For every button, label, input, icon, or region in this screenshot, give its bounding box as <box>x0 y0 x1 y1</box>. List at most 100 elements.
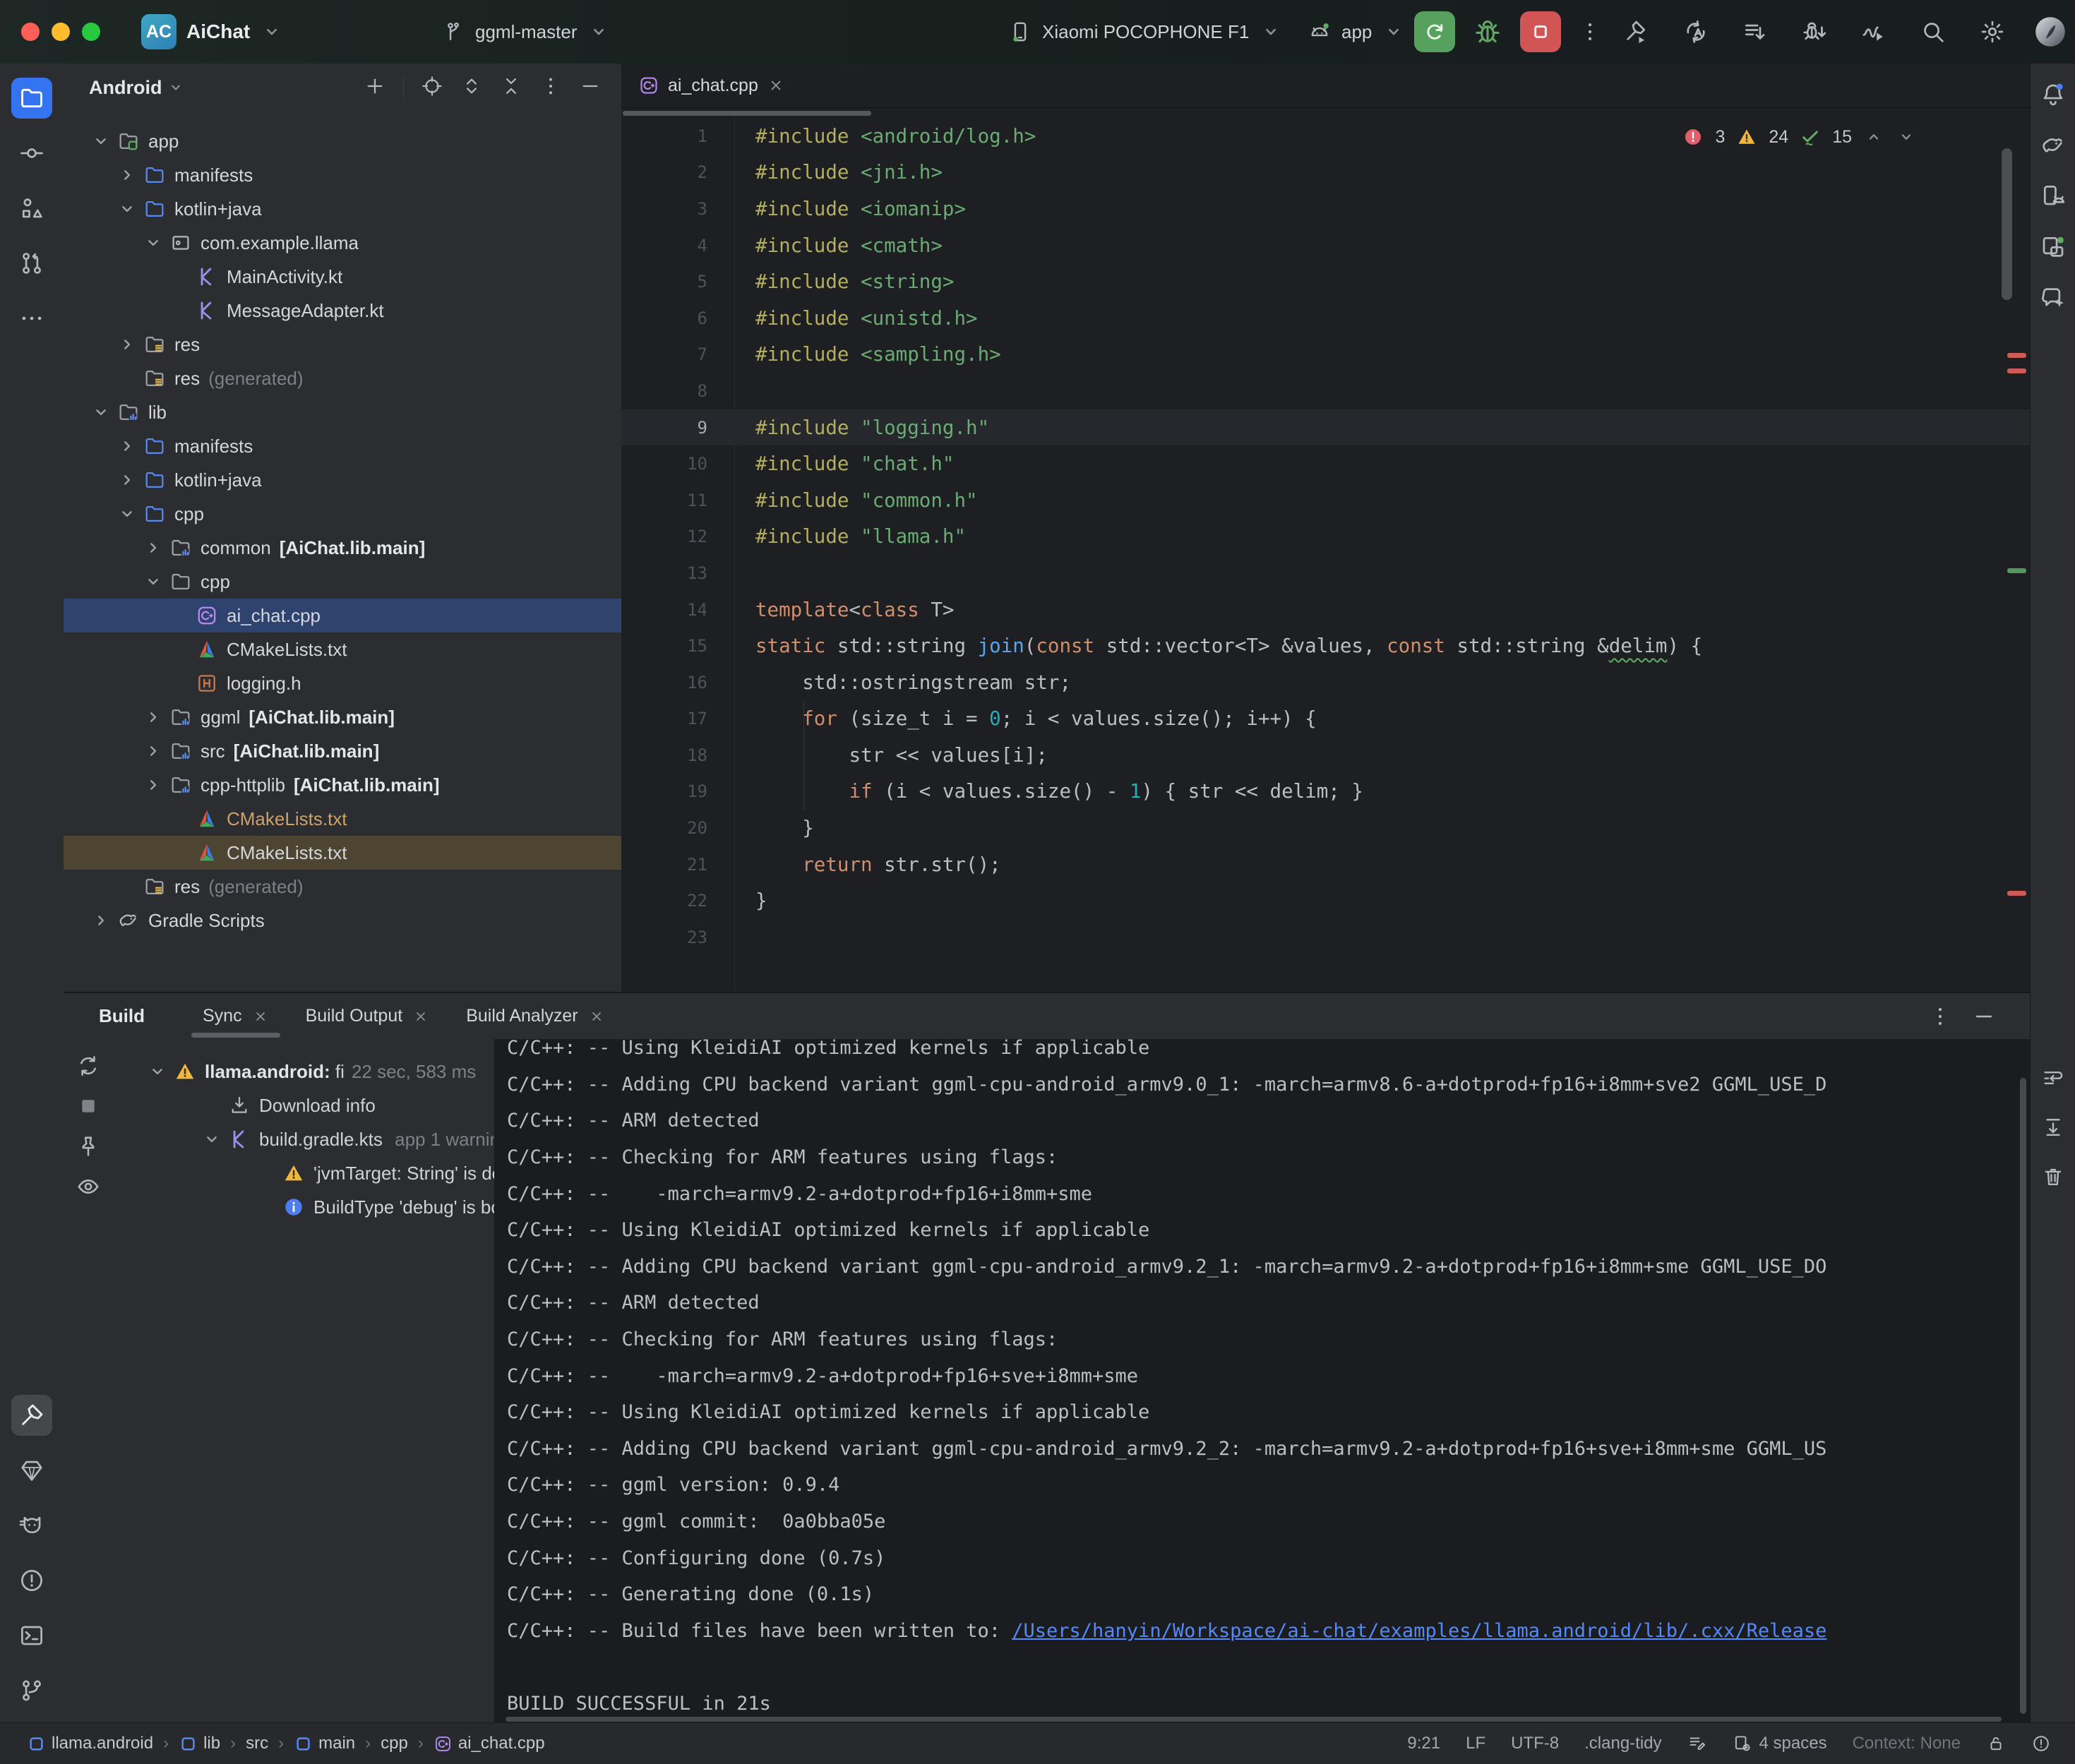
code-line-12[interactable]: 12#include "llama.h" <box>621 519 2030 556</box>
status-widget[interactable] <box>2031 1734 2051 1753</box>
tool-structure-button[interactable] <box>11 188 52 229</box>
chev-right-icon[interactable] <box>116 164 138 186</box>
close-tab-icon[interactable] <box>767 76 785 95</box>
code-line-7[interactable]: 7#include <sampling.h> <box>621 337 2030 373</box>
code-area[interactable]: 1#include <android/log.h>2#include <jni.… <box>621 118 2030 956</box>
rerun-button[interactable] <box>1414 11 1455 52</box>
tool-build-hammer-button[interactable] <box>11 1395 52 1436</box>
code-line-22[interactable]: 22} <box>621 882 2030 919</box>
zoom-window-button[interactable] <box>82 23 100 41</box>
code-line-23[interactable]: 23 <box>621 919 2030 956</box>
tool-terminal-button[interactable] <box>11 1615 52 1656</box>
tool-problems-button[interactable] <box>11 1560 52 1601</box>
tree-item-gradle-scripts[interactable]: Gradle Scripts <box>64 904 621 937</box>
tree-item-cpp-httplib[interactable]: cpp-httplib[AiChat.lib.main] <box>64 768 621 802</box>
vcs-stripe-mark[interactable] <box>2007 568 2026 573</box>
tree-item-common[interactable]: common[AiChat.lib.main] <box>64 531 621 565</box>
profiler-button[interactable] <box>1860 18 1888 46</box>
build-run-button[interactable] <box>1622 18 1651 46</box>
tree-item-kotlin-java[interactable]: kotlin+java <box>64 192 621 226</box>
project-widget[interactable]: AC AiChat <box>141 0 284 64</box>
code-line-15[interactable]: 15static std::string join(const std::vec… <box>621 628 2030 664</box>
preview-button[interactable] <box>76 1174 101 1203</box>
code-line-13[interactable]: 13 <box>621 555 2030 592</box>
chev-down-icon[interactable] <box>143 232 164 253</box>
next-problem-icon[interactable] <box>1896 126 1917 148</box>
status-widget-utf-8[interactable]: UTF-8 <box>1511 1734 1559 1753</box>
close-x-icon[interactable] <box>252 1008 269 1025</box>
status-widget-context-none[interactable]: Context: None <box>1853 1734 1961 1753</box>
console-link[interactable]: /Users/hanyin/Workspace/ai-chat/examples… <box>1012 1620 1826 1642</box>
close-x-icon[interactable] <box>588 1008 605 1025</box>
status-widget[interactable] <box>1986 1734 2006 1753</box>
tree-item-cmakelists-txt[interactable]: CMakeLists.txt <box>64 836 621 870</box>
apply-changes-button[interactable] <box>1682 18 1710 46</box>
tool-logcat-button[interactable] <box>11 1505 52 1546</box>
chev-right-icon[interactable] <box>143 707 164 728</box>
previous-problem-icon[interactable] <box>1863 126 1884 148</box>
build-tab-build-analyzer[interactable]: Build Analyzer <box>448 993 623 1039</box>
code-line-8[interactable]: 8 <box>621 373 2030 409</box>
code-line-6[interactable]: 6#include <unistd.h> <box>621 300 2030 337</box>
build-options-icon[interactable] <box>1928 1004 1952 1028</box>
chev-right-icon[interactable] <box>143 774 164 796</box>
pin-button[interactable] <box>76 1134 101 1163</box>
chev-down-icon[interactable] <box>90 402 112 423</box>
code-line-11[interactable]: 11#include "common.h" <box>621 482 2030 519</box>
status-widget--clang-tidy[interactable]: .clang-tidy <box>1584 1734 1661 1753</box>
breadcrumb-item[interactable]: ai_chat.cpp <box>433 1734 545 1753</box>
tool-pull-requests-button[interactable] <box>11 243 52 284</box>
tree-item-res[interactable]: res <box>64 328 621 361</box>
editor-tab-ai-chat-cpp[interactable]: ai_chat.cpp <box>621 64 802 107</box>
code-line-2[interactable]: 2#include <jni.h> <box>621 155 2030 191</box>
tree-item-manifests[interactable]: manifests <box>64 158 621 192</box>
chev-right-icon[interactable] <box>116 436 138 457</box>
close-x-icon[interactable] <box>412 1008 429 1025</box>
status-widget[interactable] <box>1687 1734 1707 1753</box>
sync-button[interactable] <box>76 1053 101 1082</box>
error-stripe-mark[interactable] <box>2007 368 2026 373</box>
chev-right-icon[interactable] <box>116 334 138 355</box>
tool-project-folder-button[interactable] <box>11 78 52 119</box>
hide-panel-icon[interactable] <box>1972 1004 1996 1028</box>
add-button[interactable] <box>364 75 386 101</box>
build-console[interactable]: C/C++: -- Using KleidiAI optimized kerne… <box>494 1039 2030 1724</box>
chev-down-icon[interactable] <box>201 1129 222 1150</box>
inspections-widget[interactable]: 3 24 15 <box>1682 120 1917 154</box>
build-tab-sync[interactable]: Sync <box>184 993 287 1039</box>
options-button[interactable] <box>539 75 562 101</box>
code-line-9[interactable]: 9#include "logging.h" <box>621 409 2030 446</box>
tool-commit-button[interactable] <box>11 133 52 174</box>
editor-scrollbar[interactable] <box>2002 148 2012 300</box>
code-line-20[interactable]: 20 } <box>621 810 2030 846</box>
code-line-4[interactable]: 4#include <cmath> <box>621 227 2030 264</box>
settings-button[interactable] <box>1978 18 2007 46</box>
code-line-18[interactable]: 18 str << values[i]; <box>621 737 2030 774</box>
status-widget-lf[interactable]: LF <box>1466 1734 1485 1753</box>
soft-wrap-button[interactable] <box>2033 1058 2073 1098</box>
collapse-all-button[interactable] <box>500 75 522 101</box>
tree-item-ggml[interactable]: ggml[AiChat.lib.main] <box>64 700 621 734</box>
tab-scroll-thumb[interactable] <box>623 111 871 116</box>
scroll-to-end-button[interactable] <box>2033 1108 2073 1147</box>
chev-down-icon[interactable] <box>116 503 138 524</box>
build-tree-item[interactable]: 'jvmTarget: String' is deprec <box>64 1156 494 1190</box>
tree-item-res[interactable]: res(generated) <box>64 361 621 395</box>
code-line-14[interactable]: 14template<class T> <box>621 592 2030 628</box>
tree-item-cpp[interactable]: cpp <box>64 565 621 599</box>
expand-all-button[interactable] <box>460 75 483 101</box>
code-line-5[interactable]: 5#include <string> <box>621 263 2030 300</box>
tool-resource-manager-button[interactable] <box>11 1450 52 1491</box>
tree-item-app[interactable]: app <box>64 124 621 158</box>
code-line-10[interactable]: 10#include "chat.h" <box>621 445 2030 482</box>
hide-button[interactable] <box>579 75 602 101</box>
clear-all-button[interactable] <box>2033 1157 2073 1196</box>
tool-running-devices-button[interactable] <box>2033 227 2073 267</box>
tool-device-manager-button[interactable] <box>2033 176 2073 216</box>
breadcrumb-item[interactable]: main <box>294 1734 355 1753</box>
tree-item-cpp[interactable]: cpp <box>64 497 621 531</box>
tool-gradle-button[interactable] <box>2033 126 2073 165</box>
build-tree-item[interactable]: Download info <box>64 1088 494 1122</box>
chev-right-icon[interactable] <box>143 537 164 558</box>
tree-item-cmakelists-txt[interactable]: CMakeLists.txt <box>64 802 621 836</box>
